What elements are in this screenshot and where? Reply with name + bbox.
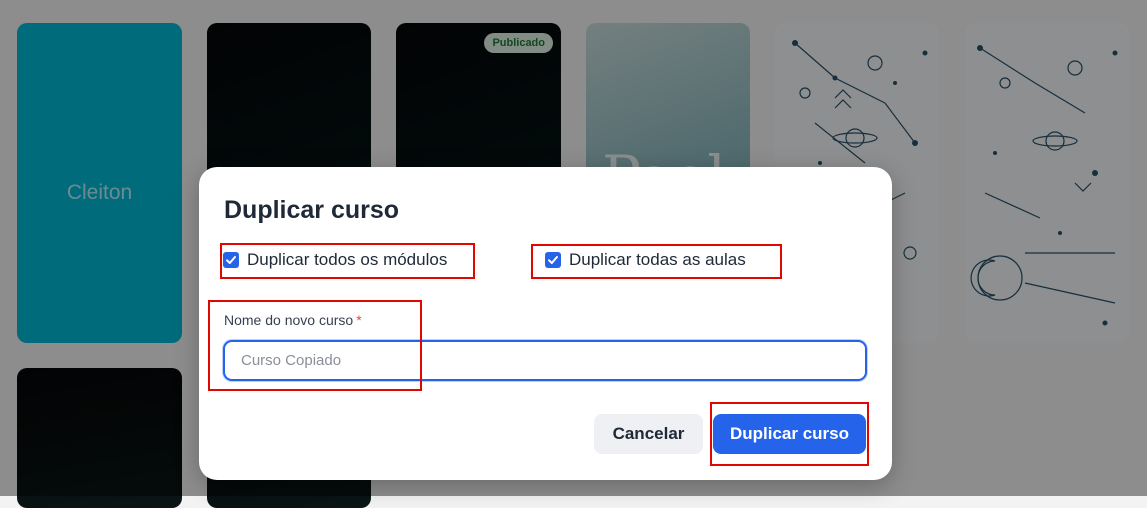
duplicate-course-dialog: Duplicar curso Duplicar todos os módulos… [199, 167, 892, 480]
required-asterisk: * [356, 312, 362, 328]
duplicate-lessons-label: Duplicar todas as aulas [569, 250, 746, 269]
duplicate-modules-label: Duplicar todos os módulos [247, 250, 448, 269]
duplicate-modules-checkbox[interactable]: Duplicar todos os módulos [223, 250, 447, 270]
cancel-button[interactable]: Cancelar [594, 414, 703, 454]
course-name-input[interactable] [223, 340, 867, 381]
dialog-title: Duplicar curso [224, 196, 400, 224]
duplicate-course-button[interactable]: Duplicar curso [713, 414, 866, 454]
check-icon[interactable] [545, 252, 561, 268]
duplicate-lessons-checkbox[interactable]: Duplicar todas as aulas [545, 250, 746, 270]
check-icon[interactable] [223, 252, 239, 268]
course-name-label-text: Nome do novo curso [224, 312, 354, 328]
course-name-label: Nome do novo curso * [224, 312, 362, 328]
